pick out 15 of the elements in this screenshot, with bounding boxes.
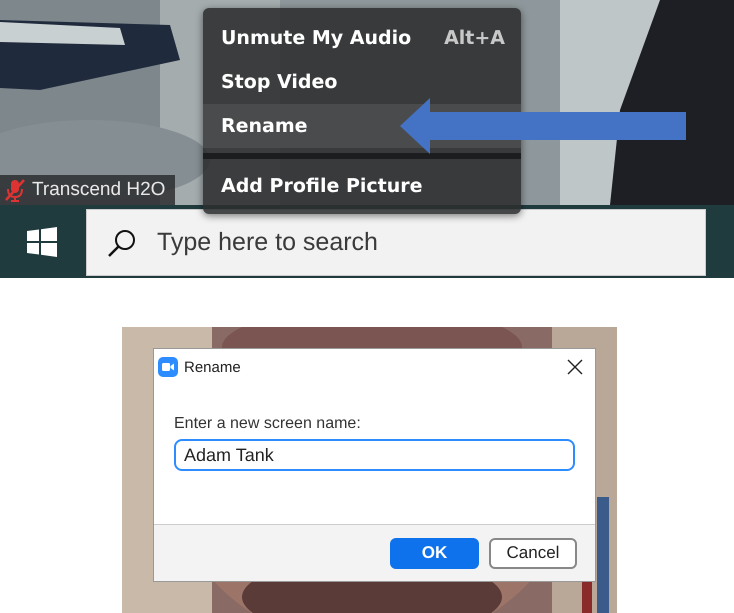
cancel-button[interactable]: Cancel xyxy=(489,538,577,568)
camera-icon xyxy=(158,357,178,377)
menu-item[interactable]: Unmute My Audio Alt+A xyxy=(203,16,521,60)
ok-button[interactable]: OK xyxy=(390,538,479,568)
search-icon xyxy=(106,227,138,259)
dialog-title: Rename xyxy=(184,358,242,376)
menu-item[interactable]: Add Profile Picture xyxy=(203,164,521,208)
prompt-label: Enter a new screen name: xyxy=(174,415,362,433)
shortcut-label: Alt+A xyxy=(444,27,505,49)
search-field[interactable]: Type here to search xyxy=(86,209,706,276)
name-input[interactable]: Adam Tank xyxy=(174,439,575,471)
menu-item[interactable]: Stop Video xyxy=(203,60,521,104)
close-button[interactable] xyxy=(565,357,585,377)
windows-logo-icon xyxy=(27,226,57,256)
participant-name: Transcend H2O xyxy=(32,179,166,201)
